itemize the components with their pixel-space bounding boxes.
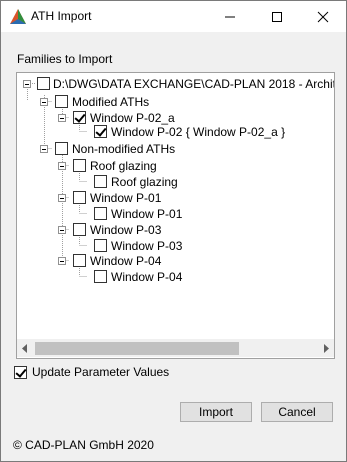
tree-node-label: D:\DWG\DATA EXCHANGE\CAD-PLAN 2018 - Arc…	[53, 77, 335, 91]
horizontal-scrollbar[interactable]	[17, 339, 334, 357]
tree-node-label: Roof glazing	[90, 159, 157, 173]
tree-node-label: Modified ATHs	[72, 95, 150, 109]
scrollbar-thumb[interactable]	[35, 342, 239, 355]
copyright-text: © CAD-PLAN GmbH 2020	[13, 438, 154, 452]
maximize-button[interactable]	[254, 1, 300, 32]
window-p02a-checkbox[interactable]	[73, 111, 86, 124]
non-modified-aths-checkbox[interactable]	[55, 142, 68, 155]
tree-node-modified-aths[interactable]: Modified ATHs	[17, 94, 334, 110]
tree-node-roof-glazing-child[interactable]: Roof glazing	[17, 174, 334, 190]
ath-import-dialog: ATH Import Families to Import D:\DWG\DAT…	[0, 0, 347, 462]
cancel-button[interactable]: Cancel	[261, 402, 333, 422]
scroll-left-arrow-icon[interactable]	[17, 340, 34, 357]
collapse-toggle-icon[interactable]	[58, 194, 66, 202]
collapse-toggle-icon[interactable]	[40, 98, 48, 106]
collapse-toggle-icon[interactable]	[58, 257, 66, 265]
tree-node-label: Window P-01	[111, 207, 183, 221]
tree-content: D:\DWG\DATA EXCHANGE\CAD-PLAN 2018 - Arc…	[17, 73, 334, 338]
import-button[interactable]: Import	[180, 402, 252, 422]
roof-glazing-child-checkbox[interactable]	[94, 175, 107, 188]
tree-node-window-p02-full[interactable]: Window P-02 { Window P-02_a }	[17, 124, 334, 140]
collapse-toggle-icon[interactable]	[58, 226, 66, 234]
tree-node-window-p04-child[interactable]: Window P-04	[17, 269, 334, 285]
tree-node-roof-glazing[interactable]: Roof glazing	[17, 158, 334, 174]
collapse-toggle-icon[interactable]	[40, 145, 48, 153]
tree-node-label: Window P-03	[90, 223, 162, 237]
tree-node-label: Window P-03	[111, 239, 183, 253]
minimize-icon	[225, 16, 235, 18]
update-parameter-values-checkbox[interactable]	[14, 366, 27, 379]
window-p03-child-checkbox[interactable]	[94, 239, 107, 252]
window-p03-checkbox[interactable]	[73, 223, 86, 236]
tree-node-label: Window P-04	[90, 254, 162, 268]
roof-glazing-checkbox[interactable]	[73, 159, 86, 172]
cad-plan-triangle-icon	[10, 9, 26, 24]
window-p01-checkbox[interactable]	[73, 191, 86, 204]
root-checkbox[interactable]	[37, 77, 50, 90]
modified-aths-checkbox[interactable]	[55, 95, 68, 108]
minimize-button[interactable]	[207, 1, 253, 32]
window-p01-child-checkbox[interactable]	[94, 207, 107, 220]
families-tree[interactable]: D:\DWG\DATA EXCHANGE\CAD-PLAN 2018 - Arc…	[16, 72, 335, 359]
tree-node-label: Roof glazing	[111, 175, 178, 189]
collapse-toggle-icon[interactable]	[58, 162, 66, 170]
window-p04-checkbox[interactable]	[73, 254, 86, 267]
families-to-import-label: Families to Import	[17, 52, 113, 66]
tree-node-label: Window P-01	[90, 191, 162, 205]
window-p02-full-checkbox[interactable]	[94, 125, 107, 138]
scroll-right-arrow-icon[interactable]	[317, 340, 334, 357]
close-icon	[317, 11, 329, 23]
tree-node-non-modified-aths[interactable]: Non-modified ATHs	[17, 141, 334, 157]
tree-node-window-p01-child[interactable]: Window P-01	[17, 206, 334, 222]
window-title: ATH Import	[31, 9, 92, 23]
collapse-toggle-icon[interactable]	[23, 80, 31, 88]
tree-node-window-p01[interactable]: Window P-01	[17, 190, 334, 206]
tree-node-root[interactable]: D:\DWG\DATA EXCHANGE\CAD-PLAN 2018 - Arc…	[17, 76, 334, 92]
tree-node-window-p03-child[interactable]: Window P-03	[17, 238, 334, 254]
update-parameter-values-label: Update Parameter Values	[32, 365, 170, 379]
close-button[interactable]	[300, 1, 346, 32]
tree-node-label: Window P-02 { Window P-02_a }	[111, 125, 286, 139]
window-p04-child-checkbox[interactable]	[94, 270, 107, 283]
tree-node-window-p03[interactable]: Window P-03	[17, 222, 334, 238]
maximize-icon	[272, 12, 282, 22]
title-bar[interactable]: ATH Import	[1, 1, 346, 32]
tree-node-label: Non-modified ATHs	[72, 142, 176, 156]
collapse-toggle-icon[interactable]	[58, 114, 66, 122]
tree-node-window-p04[interactable]: Window P-04	[17, 253, 334, 269]
tree-node-label: Window P-04	[111, 270, 183, 284]
